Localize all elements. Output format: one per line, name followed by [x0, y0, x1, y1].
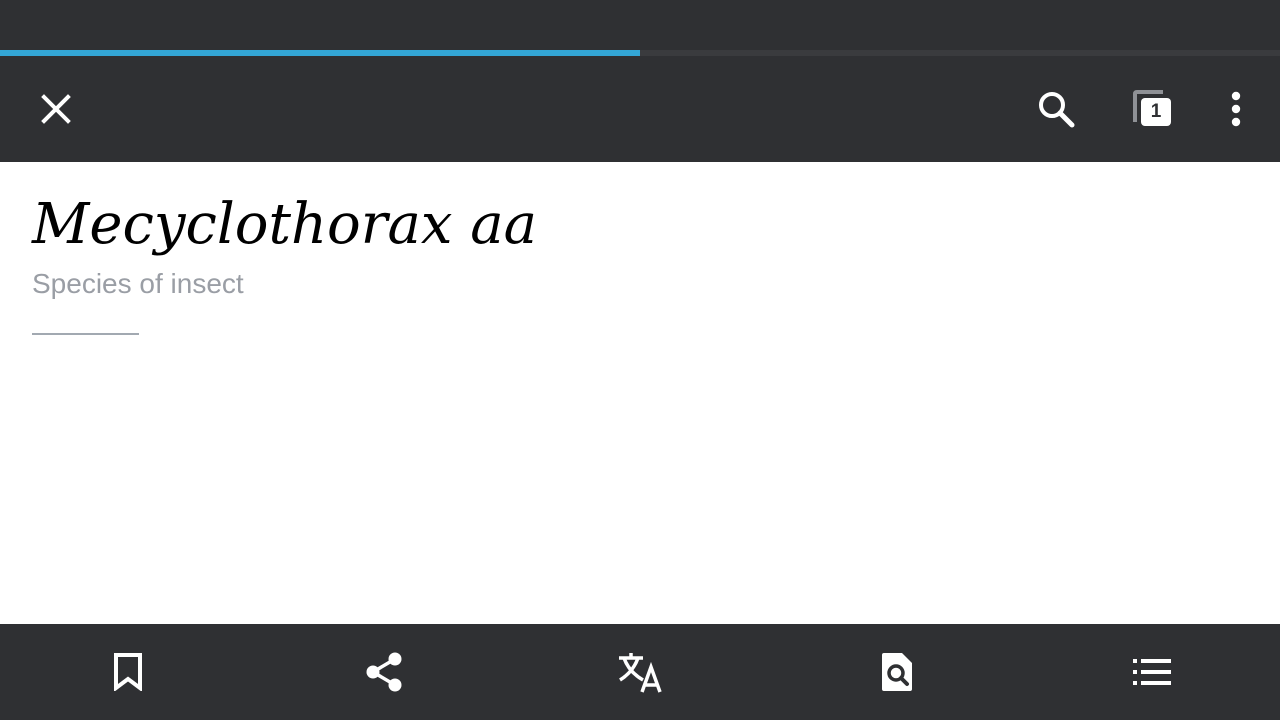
close-button[interactable]	[16, 56, 96, 162]
search-button[interactable]	[1016, 56, 1096, 162]
close-icon	[40, 93, 72, 125]
tabs-button[interactable]: 1	[1112, 56, 1192, 162]
contents-list-icon	[1133, 658, 1171, 686]
status-bar	[0, 0, 1280, 50]
bottom-action-bar	[0, 624, 1280, 720]
translate-icon	[617, 650, 663, 694]
article-page: 1 Mecyclothorax aa Species of insect	[0, 0, 1280, 720]
search-icon	[1036, 89, 1076, 129]
find-in-page-icon	[878, 651, 914, 693]
article-header: Mecyclothorax aa Species of insect	[0, 162, 1280, 624]
tabs-icon: 1	[1131, 88, 1173, 130]
share-icon	[364, 651, 404, 693]
overflow-menu-button[interactable]	[1196, 56, 1276, 162]
bookmark-icon	[112, 653, 144, 691]
table-of-contents-button[interactable]	[1024, 624, 1280, 720]
share-button[interactable]	[256, 624, 512, 720]
page-description: Species of insect	[32, 268, 244, 299]
top-toolbar: 1	[0, 56, 1280, 162]
translate-button[interactable]	[512, 624, 768, 720]
title-divider	[32, 333, 139, 335]
more-vert-icon	[1230, 91, 1242, 127]
save-bookmark-button[interactable]	[0, 624, 256, 720]
page-title: Mecyclothorax aa	[32, 192, 538, 257]
tab-count-badge: 1	[1150, 101, 1162, 122]
find-in-page-button[interactable]	[768, 624, 1024, 720]
